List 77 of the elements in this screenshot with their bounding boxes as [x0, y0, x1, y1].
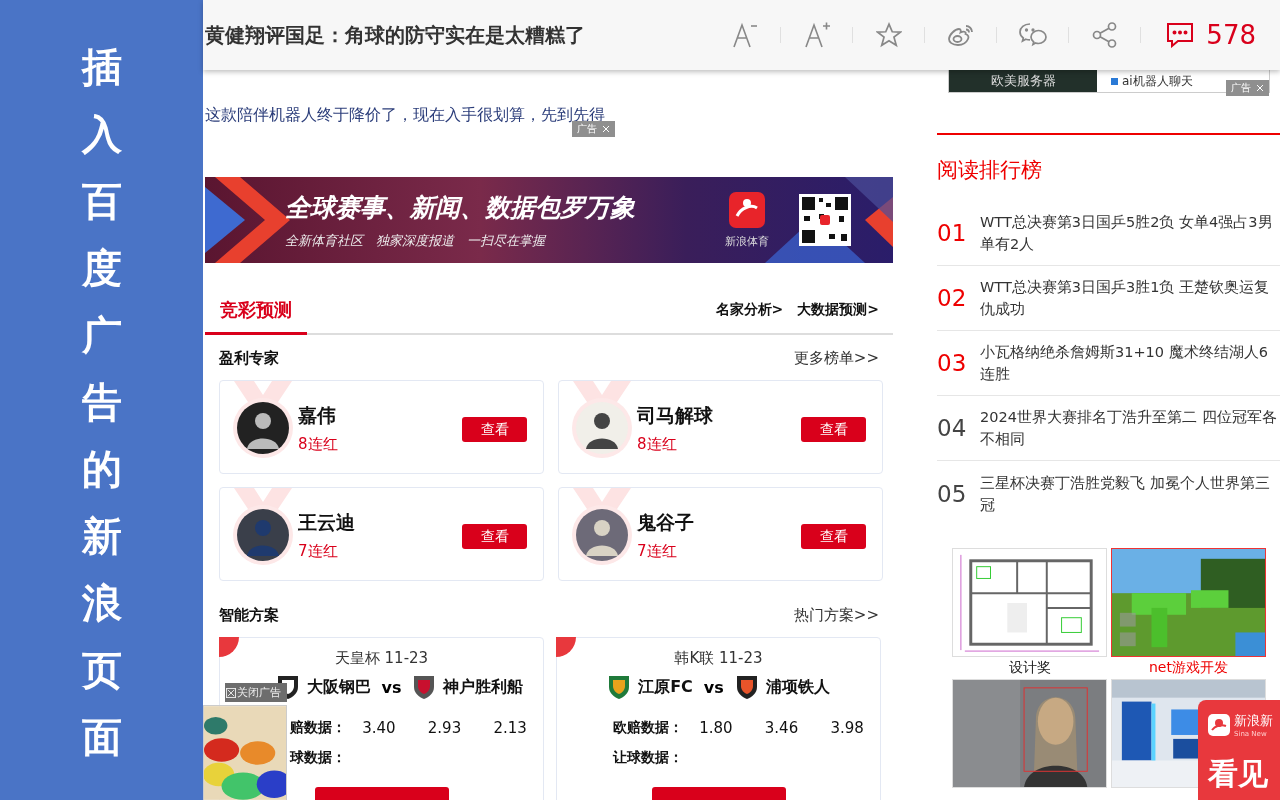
league-date: 天皇杯 11-23 — [334, 649, 429, 668]
app-name: 新浪新 — [1234, 712, 1273, 730]
section-tab[interactable]: 竞彩预测 — [205, 298, 307, 335]
odds-value: 3.46 — [763, 719, 800, 737]
odds-value: 3.98 — [829, 719, 865, 737]
sidebar-caption: 插入百度广告的新浪页面 — [81, 43, 122, 762]
odds-label: 欧赔数据： — [612, 719, 683, 737]
handicap-label: 球数据： — [288, 748, 346, 767]
odds-value: 2.93 — [426, 719, 463, 737]
ad-image-caption: 欧美服务器 — [949, 70, 1097, 92]
section-link[interactable]: 名家分析> — [715, 301, 784, 333]
odds-value: 1.80 — [698, 719, 734, 737]
news-link[interactable]: 2024世界大赛排名丁浩升至第二 四位冠军各不相同 — [980, 406, 1280, 450]
expert-card[interactable]: 司马解球 8连红 查看 — [558, 380, 883, 474]
banner-ad[interactable]: 全球赛事、新闻、数据包罗万象 全新体育社区 独家深度报道 一扫尽在掌握 新浪体育 — [205, 177, 893, 263]
streak-label: 8连红 — [637, 435, 678, 454]
thumbnail-caption[interactable]: net游戏开发 — [1149, 657, 1228, 677]
ranking-title: 阅读排行榜 — [937, 157, 1043, 184]
rank-number: 04 — [937, 415, 968, 441]
team-name: 浦项铁人 — [765, 676, 830, 698]
thumbnail-caption[interactable]: 设计奖 — [1008, 657, 1051, 677]
ad-banner[interactable]: 欧美服务器 ai机器人聊天 广告 — [948, 70, 1270, 93]
close-icon[interactable] — [226, 687, 236, 698]
expert-card[interactable]: 王云迪 7连红 查看 — [219, 487, 544, 581]
comment-icon[interactable] — [1166, 22, 1195, 48]
odds-value: 3.40 — [361, 719, 397, 737]
corner-badge-icon — [219, 637, 239, 657]
team-name: 江原FC — [638, 676, 693, 698]
rank-number: 02 — [937, 285, 968, 311]
corner-badge-icon — [556, 637, 576, 657]
expert-name: 嘉伟 — [298, 403, 337, 428]
shield-icon — [412, 674, 437, 700]
expert-name: 鬼谷子 — [637, 510, 695, 535]
shield-icon — [734, 674, 759, 700]
ad-link[interactable]: ai机器人聊天 — [1122, 72, 1193, 90]
bullet-icon — [1111, 77, 1118, 85]
comment-count[interactable]: 578 — [1206, 20, 1256, 50]
brand-name: 新浪体育 — [725, 233, 769, 249]
view-button[interactable]: 查看 — [462, 417, 527, 442]
app-logo-icon — [1208, 714, 1230, 736]
streak-label: 7连红 — [298, 542, 339, 561]
app-logo-icon — [729, 191, 765, 228]
rank-number: 01 — [937, 220, 968, 246]
versus-label: vs — [381, 677, 402, 697]
view-button[interactable]: 查看 — [801, 417, 866, 442]
more-link[interactable]: 热门方案>> — [793, 606, 879, 625]
section-link[interactable]: 大数据预测> — [797, 301, 879, 333]
news-link[interactable]: WTT总决赛第3日国乒5胜2负 女单4强占3男单有2人 — [980, 211, 1280, 255]
news-link[interactable]: 小瓦格纳绝杀詹姆斯31+10 魔术终结湖人6连胜 — [980, 341, 1280, 385]
section-subtitle: 盈利专家 — [219, 349, 279, 368]
team-name: 大阪钢巴 — [306, 676, 371, 698]
rank-number: 03 — [937, 350, 968, 376]
view-button[interactable]: 查看 — [801, 524, 866, 549]
article-title: 黄健翔评国足：角球的防守实在是太糟糕了 — [204, 21, 586, 49]
rank-number: 05 — [937, 480, 968, 507]
news-link[interactable]: 三星杯决赛丁浩胜党毅飞 加冕个人世界第三冠 — [980, 471, 1280, 516]
popup-slogan: 看见 — [1208, 755, 1269, 793]
banner-headline: 全球赛事、新闻、数据包罗万象 — [285, 191, 636, 224]
team-name: 神户胜利船 — [443, 676, 524, 698]
more-link[interactable]: 更多榜单>> — [793, 349, 879, 368]
odds-label: 赔数据： — [289, 719, 346, 737]
section-subtitle: 智能方案 — [219, 606, 279, 625]
odds-value: 2.13 — [492, 719, 528, 737]
qr-code-icon — [799, 194, 851, 246]
league-date: 韩K联 11-23 — [674, 649, 763, 668]
expert-card[interactable]: 嘉伟 8连红 查看 — [219, 380, 544, 474]
banner-subline: 全新体育社区 独家深度报道 一扫尽在掌握 — [285, 231, 548, 250]
view-button[interactable]: 查看 — [462, 524, 527, 549]
expert-card[interactable]: 鬼谷子 7连红 查看 — [558, 487, 883, 581]
streak-label: 7连红 — [637, 542, 678, 561]
expert-name: 王云迪 — [298, 510, 356, 535]
shield-icon — [607, 674, 632, 700]
news-link[interactable]: WTT总决赛第3日国乒3胜1负 王楚钦奥运复仇成功 — [980, 276, 1280, 320]
expert-name: 司马解球 — [637, 403, 714, 428]
streak-label: 8连红 — [298, 435, 339, 454]
handicap-label: 让球数据： — [611, 748, 683, 767]
versus-label: vs — [703, 677, 724, 697]
